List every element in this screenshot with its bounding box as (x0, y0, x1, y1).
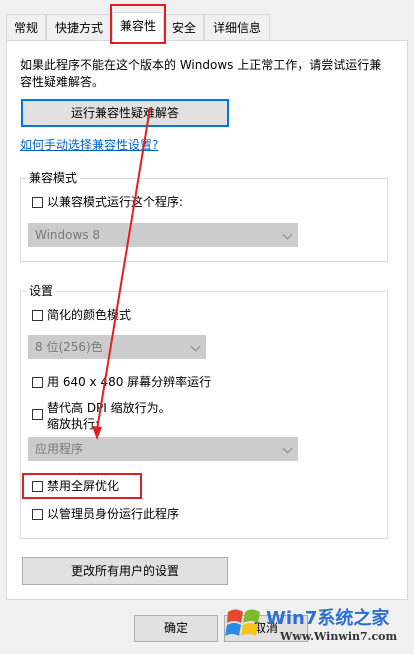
tab-compatibility[interactable]: 兼容性 (112, 12, 164, 42)
windows-logo-icon (225, 609, 260, 636)
watermark-url: Www.Winwin7.com (280, 630, 398, 643)
watermark: Win7系统之家 Www.Winwin7.com (220, 602, 412, 652)
watermark-brand: Win7系统之家 (266, 608, 390, 629)
annotation-arrow (92, 107, 151, 440)
tab-label: 兼容性 (119, 19, 156, 33)
